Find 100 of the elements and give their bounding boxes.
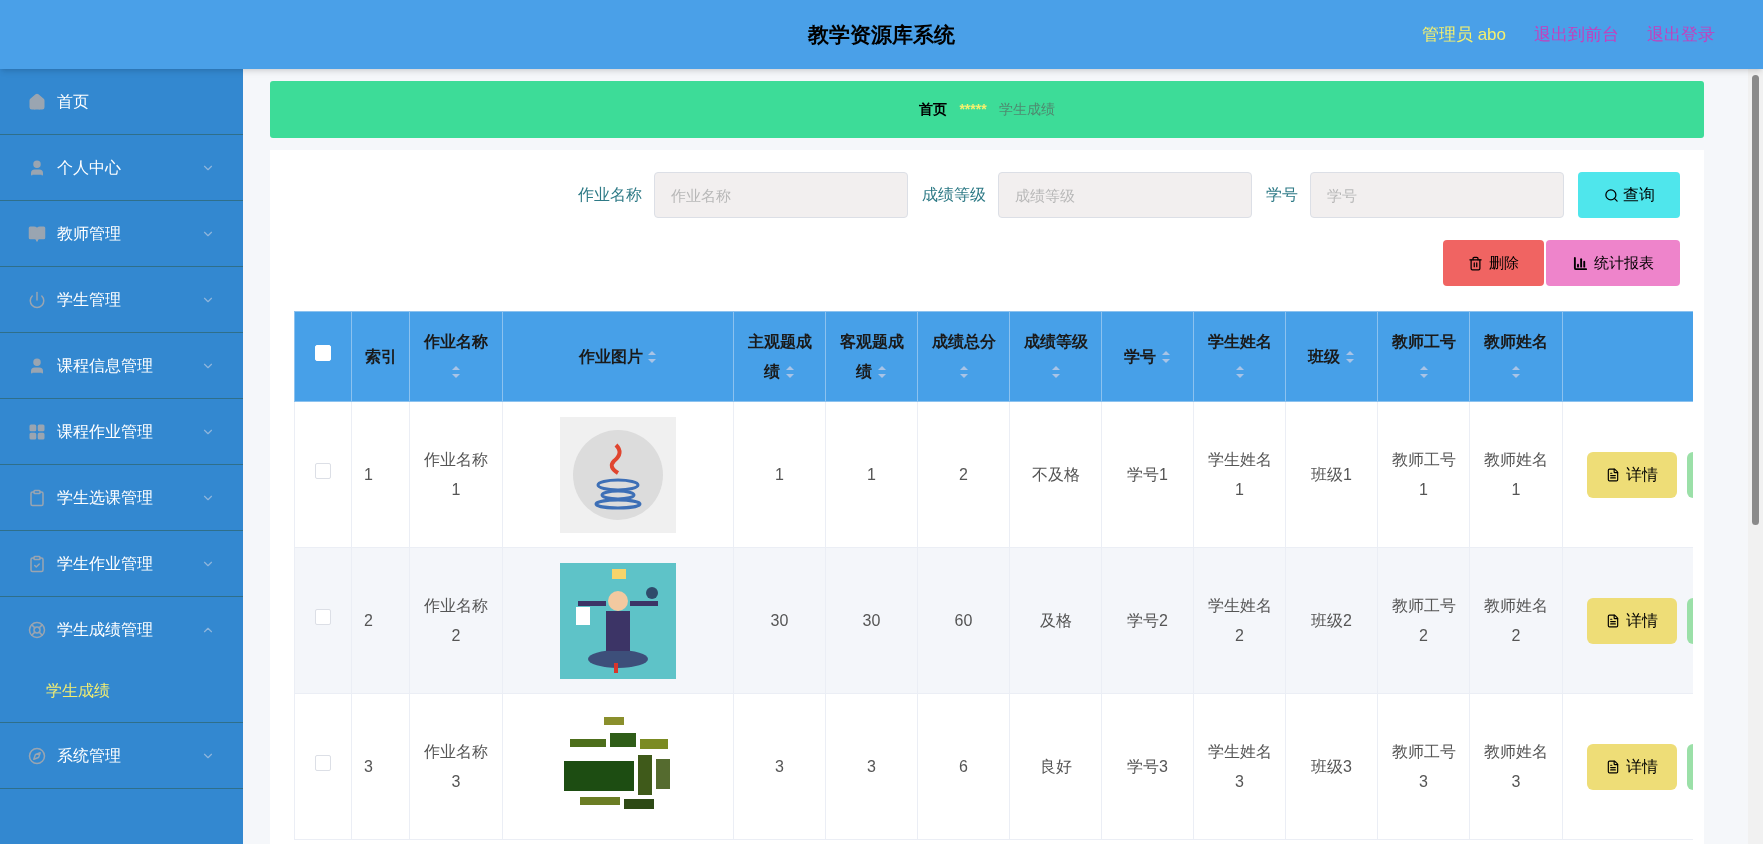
- column-header[interactable]: 成绩等级: [1009, 311, 1102, 402]
- detail-button[interactable]: 详情: [1587, 597, 1677, 644]
- table-cell: 教师姓名3: [1469, 693, 1563, 840]
- table-cell: 作业名称1: [409, 401, 503, 548]
- sidebar-item[interactable]: 学生管理: [0, 267, 243, 332]
- sidebar-item[interactable]: 首页: [0, 69, 243, 134]
- home-icon: [28, 92, 46, 111]
- power-icon: [28, 290, 46, 309]
- table-cell: 学号3: [1101, 693, 1194, 840]
- sort-icon[interactable]: [958, 365, 969, 380]
- field-label: 成绩等级: [922, 185, 986, 205]
- clipboard-check-icon: [28, 554, 46, 573]
- search-field[interactable]: 成绩等级: [998, 172, 1252, 218]
- table-cell: 班级1: [1285, 401, 1378, 548]
- sort-icon[interactable]: [1344, 350, 1355, 365]
- delete-button[interactable]: 删除: [1443, 240, 1544, 286]
- document-icon: [1606, 759, 1620, 774]
- sort-icon[interactable]: [1050, 365, 1061, 380]
- column-header[interactable]: 学生姓名: [1193, 311, 1286, 402]
- search-icon: [1603, 187, 1619, 203]
- sidebar-item[interactable]: 教师管理: [0, 201, 243, 266]
- trash-icon: [1468, 255, 1483, 271]
- scrollbar[interactable]: [1748, 69, 1763, 844]
- sort-icon[interactable]: [1234, 365, 1245, 380]
- sort-icon[interactable]: [451, 365, 461, 380]
- sort-icon[interactable]: [876, 365, 887, 380]
- column-header: 索引: [351, 311, 410, 402]
- table-cell: 学号2: [1101, 547, 1194, 694]
- column-header[interactable]: 成绩总分: [917, 311, 1010, 402]
- detail-button[interactable]: 详情: [1587, 451, 1677, 498]
- table-cell: 不及格: [1009, 401, 1102, 548]
- book-icon: [28, 224, 46, 243]
- report-button[interactable]: 统计报表: [1546, 240, 1680, 286]
- column-header[interactable]: 学号: [1101, 311, 1194, 402]
- checkbox[interactable]: [315, 755, 331, 772]
- table-cell: 班级2: [1285, 547, 1378, 694]
- table-cell: 2: [917, 401, 1010, 548]
- table-cell: 教师工号1: [1377, 401, 1470, 548]
- bar-chart-icon: [1572, 255, 1588, 271]
- breadcrumb-separator: *****: [959, 100, 987, 119]
- select-all-checkbox[interactable]: [315, 345, 331, 362]
- table-cell: 1: [351, 401, 410, 548]
- field-label: 学号: [1266, 185, 1298, 205]
- sort-icon[interactable]: [1511, 365, 1521, 380]
- column-header[interactable]: 作业图片: [502, 311, 734, 402]
- sidebar-item[interactable]: 学生选课管理: [0, 465, 243, 530]
- table-cell: 1: [733, 401, 826, 548]
- table-cell: 教师工号2: [1377, 547, 1470, 694]
- table-cell: 教师姓名2: [1469, 547, 1563, 694]
- table-cell: 3: [825, 693, 918, 840]
- sort-icon[interactable]: [1418, 365, 1429, 380]
- table-cell: 教师工号3: [1377, 693, 1470, 840]
- table-cell: 30: [733, 547, 826, 694]
- sidebar-item[interactable]: 学生作业管理: [0, 531, 243, 596]
- user-name: 管理员 abo: [1421, 23, 1506, 46]
- sidebar-item[interactable]: 课程作业管理: [0, 399, 243, 464]
- column-header[interactable]: 教师姓名: [1469, 311, 1563, 402]
- table-cell: 学生姓名1: [1193, 401, 1286, 548]
- table-cell: 教师姓名1: [1469, 401, 1563, 548]
- table-cell: 学号1: [1101, 401, 1194, 548]
- app-title: 教学资源库系统: [808, 21, 955, 48]
- table-cell: 及格: [1009, 547, 1102, 694]
- search-button[interactable]: 查询: [1578, 172, 1680, 218]
- table-cell: 作业名称2: [409, 547, 503, 694]
- sidebar-item[interactable]: 系统管理: [0, 723, 243, 788]
- column-header[interactable]: 作业名称: [409, 311, 503, 402]
- table-cell: 学生姓名3: [1193, 693, 1286, 840]
- compass-icon: [28, 746, 46, 765]
- checkbox[interactable]: [315, 463, 331, 480]
- column-header[interactable]: 班级: [1285, 311, 1378, 402]
- document-icon: [1606, 467, 1620, 482]
- column-header[interactable]: 客观题成绩: [825, 311, 918, 402]
- sidebar-subitem[interactable]: 学生成绩: [0, 662, 243, 720]
- search-field[interactable]: 作业名称: [654, 172, 908, 218]
- sidebar-item[interactable]: 学生成绩管理: [0, 597, 243, 662]
- table-cell: 班级3: [1285, 693, 1378, 840]
- table-cell: 2: [351, 547, 410, 694]
- table-cell: 良好: [1009, 693, 1102, 840]
- detail-button[interactable]: 详情: [1587, 743, 1677, 790]
- table-cell: 学生姓名2: [1193, 547, 1286, 694]
- field-label: 作业名称: [578, 185, 642, 205]
- user-icon: [28, 356, 46, 375]
- sort-icon[interactable]: [1160, 350, 1171, 365]
- sort-icon[interactable]: [784, 365, 795, 380]
- column-header[interactable]: 主观题成绩: [733, 311, 826, 402]
- sidebar-item[interactable]: 课程信息管理: [0, 333, 243, 398]
- breadcrumb-home[interactable]: 首页: [919, 99, 948, 120]
- table-cell: 60: [917, 547, 1010, 694]
- breadcrumb-current: 学生成绩: [998, 100, 1055, 119]
- search-field[interactable]: 学号: [1310, 172, 1564, 218]
- table-cell: 1: [825, 401, 918, 548]
- sidebar-item[interactable]: 个人中心: [0, 135, 243, 200]
- sort-icon[interactable]: [647, 350, 658, 365]
- user-icon: [28, 158, 46, 177]
- checkbox[interactable]: [315, 609, 331, 626]
- table-cell: 3: [351, 693, 410, 840]
- clipboard-icon: [28, 488, 46, 507]
- lifebuoy-icon: [28, 620, 46, 639]
- table-cell: 作业名称3: [409, 693, 503, 840]
- column-header[interactable]: 教师工号: [1377, 311, 1470, 402]
